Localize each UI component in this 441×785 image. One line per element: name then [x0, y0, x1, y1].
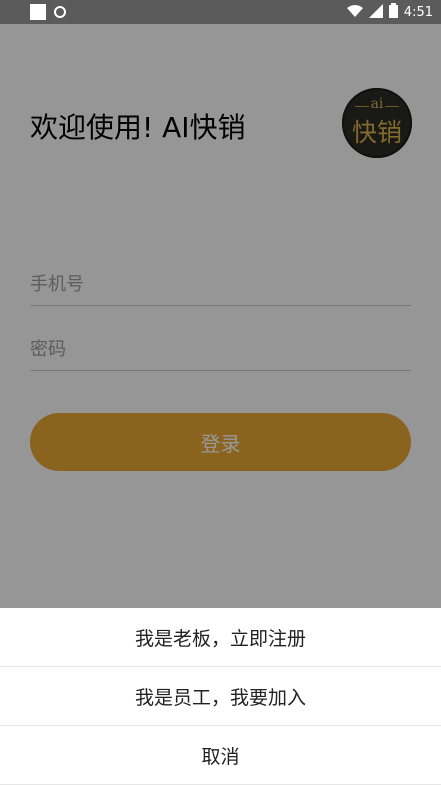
modal-overlay[interactable]	[0, 24, 441, 608]
status-right: 4:51	[346, 3, 433, 22]
action-sheet: 我是老板，立即注册 我是员工，我要加入 取消	[0, 608, 441, 785]
join-as-employee-option[interactable]: 我是员工，我要加入	[0, 667, 441, 726]
register-as-boss-option[interactable]: 我是老板，立即注册	[0, 608, 441, 667]
status-left	[30, 4, 66, 20]
wifi-icon	[346, 4, 363, 22]
cancel-option[interactable]: 取消	[0, 726, 441, 785]
status-time: 4:51	[403, 5, 433, 20]
signal-icon	[368, 3, 383, 22]
battery-icon	[388, 3, 398, 22]
sync-circle-icon	[54, 6, 66, 18]
status-bar: 4:51	[0, 0, 441, 24]
square-notification-icon	[30, 4, 46, 20]
